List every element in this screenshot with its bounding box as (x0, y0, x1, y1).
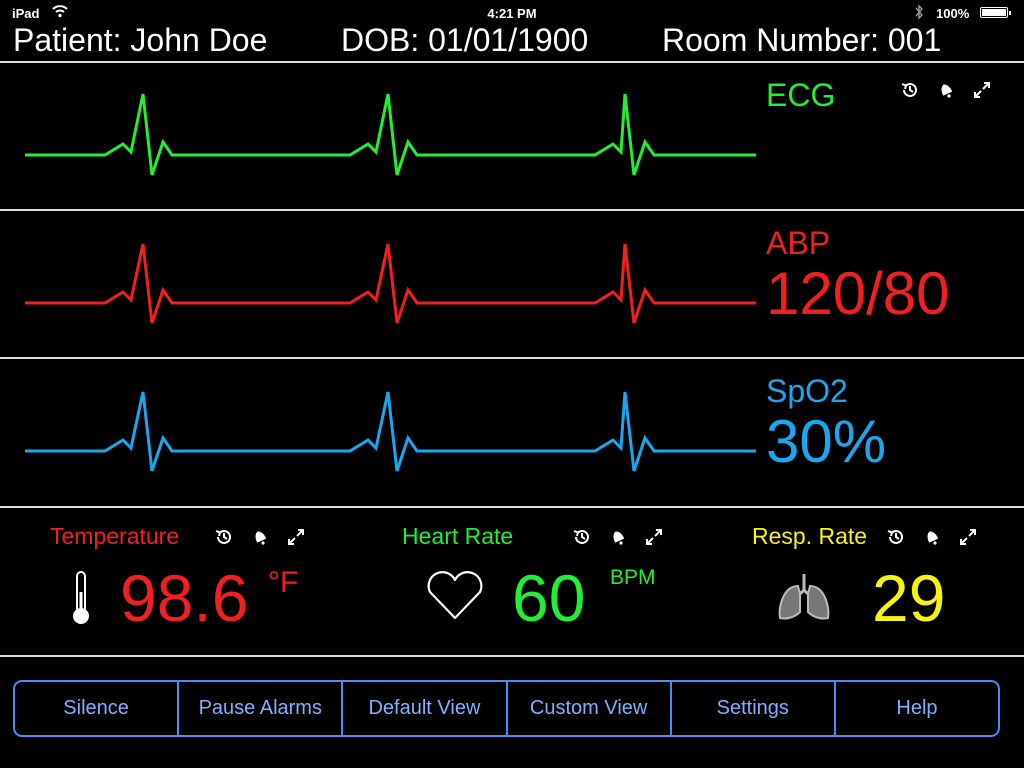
pause-alarms-button[interactable]: Pause Alarms (179, 682, 344, 735)
history-icon[interactable] (214, 527, 234, 547)
heart-rate-unit: BPM (610, 566, 656, 589)
expand-icon[interactable] (972, 80, 992, 100)
temperature-controls (214, 527, 306, 547)
expand-icon[interactable] (286, 527, 306, 547)
abp-value: 120/80 (766, 260, 950, 327)
room-number: Room Number: 001 (662, 22, 942, 58)
history-icon[interactable] (572, 527, 592, 547)
history-icon[interactable] (900, 80, 920, 100)
settings-button[interactable]: Settings (672, 682, 836, 735)
abp-panel[interactable]: ABP 120/80 (0, 211, 1024, 357)
spo2-label: SpO2 (766, 373, 848, 409)
default-view-button[interactable]: Default View (343, 682, 508, 735)
ecg-controls (900, 80, 992, 100)
bell-icon[interactable] (922, 527, 942, 547)
resp-rate-label: Resp. Rate (752, 523, 868, 549)
heart-rate-controls (572, 527, 664, 547)
bell-icon[interactable] (608, 527, 628, 547)
patient-info-bar: Patient: John Doe DOB: 01/01/1900 Room N… (0, 22, 1024, 62)
expand-icon[interactable] (958, 527, 978, 547)
bell-icon[interactable] (250, 527, 270, 547)
spo2-panel[interactable]: SpO2 30% (0, 359, 1024, 505)
temperature-value: 98.6 (120, 561, 249, 635)
heart-rate-value: 60 (512, 561, 586, 635)
history-icon[interactable] (886, 527, 906, 547)
divider (0, 506, 1024, 508)
clock: 4:21 PM (487, 6, 537, 21)
divider (0, 655, 1024, 657)
custom-view-button[interactable]: Custom View (508, 682, 672, 735)
bell-icon[interactable] (936, 80, 956, 100)
lungs-icon (778, 574, 830, 620)
ecg-panel[interactable]: ECG (0, 63, 1024, 209)
ecg-label: ECG (766, 77, 836, 113)
temperature-tile[interactable]: Temperature 98.6 °F (0, 510, 340, 658)
abp-label: ABP (766, 225, 831, 261)
patient-dob: DOB: 01/01/1900 (341, 22, 589, 58)
expand-icon[interactable] (644, 527, 664, 547)
heart-icon (427, 571, 483, 620)
toolbar: Silence Pause Alarms Default View Custom… (13, 680, 1000, 737)
resp-rate-controls (886, 527, 978, 547)
abp-waveform (25, 243, 756, 324)
heart-rate-tile[interactable]: Heart Rate 60 BPM (340, 510, 690, 658)
battery-percent: 100% (936, 6, 970, 21)
resp-rate-tile[interactable]: Resp. Rate 29 (690, 510, 1024, 658)
heart-rate-label: Heart Rate (402, 523, 514, 549)
ecg-waveform (25, 93, 756, 176)
temperature-label: Temperature (50, 523, 180, 549)
help-button[interactable]: Help (836, 682, 998, 735)
patient-name: Patient: John Doe (13, 22, 268, 58)
temperature-unit: °F (268, 566, 299, 599)
battery-icon (980, 7, 1011, 18)
thermometer-icon (73, 571, 89, 624)
spo2-waveform (25, 391, 756, 472)
resp-rate-value: 29 (872, 561, 946, 635)
spo2-value: 30% (766, 408, 887, 475)
bluetooth-icon (915, 4, 923, 20)
silence-button[interactable]: Silence (15, 682, 180, 735)
